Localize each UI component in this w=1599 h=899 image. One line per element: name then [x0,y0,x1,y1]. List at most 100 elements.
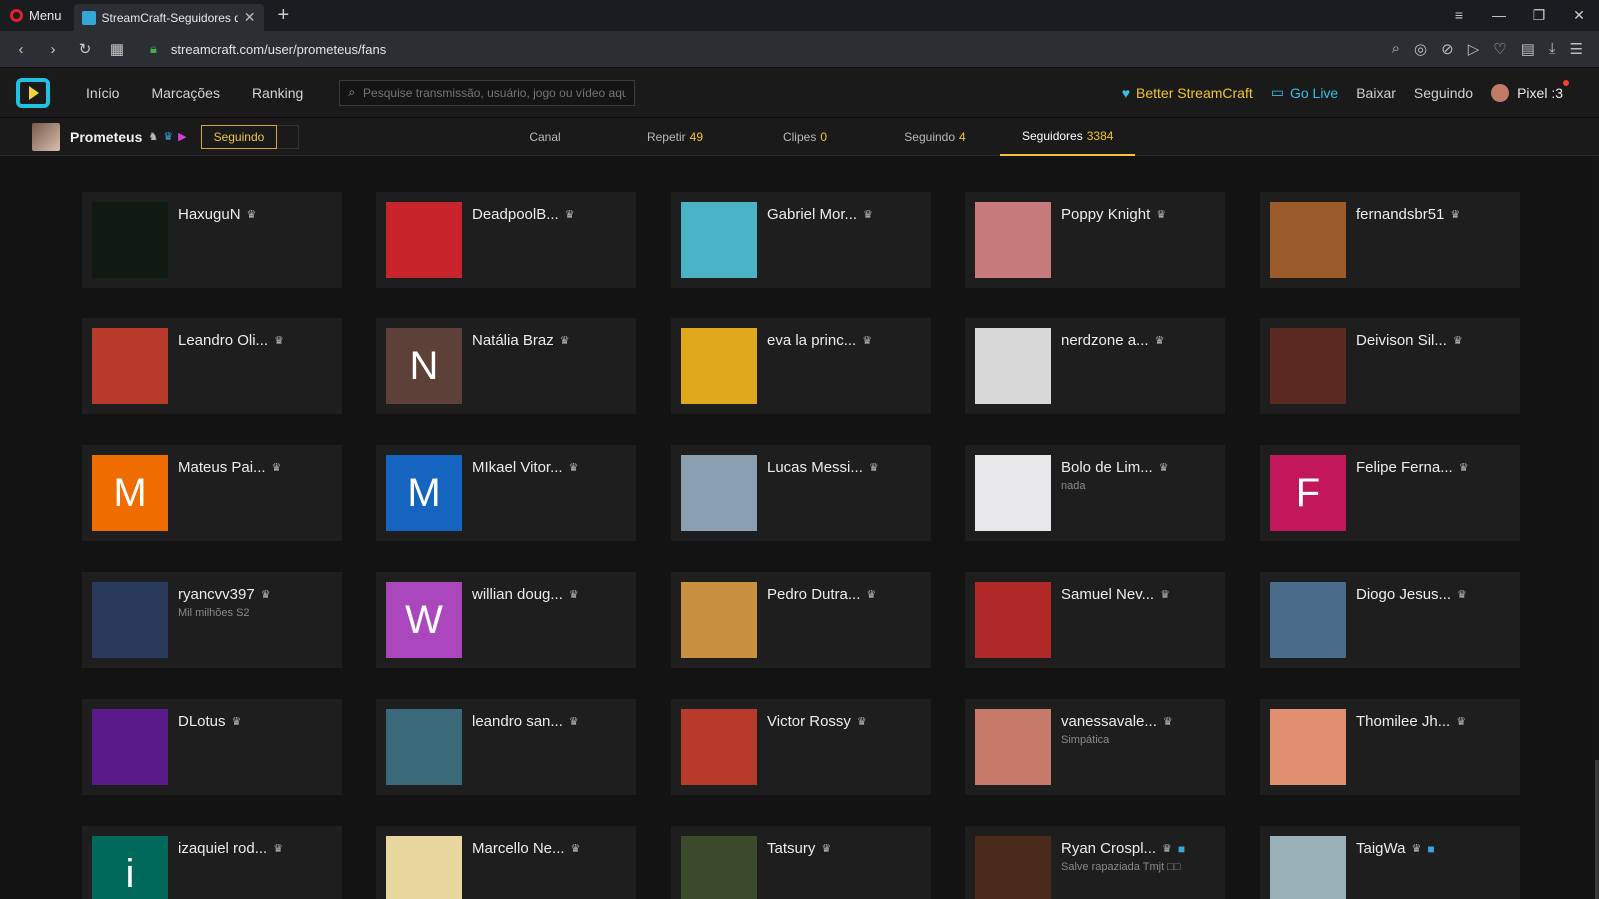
follower-card[interactable]: Ryan Crospl... ♛ ■ Salve rapaziada Tmjt □□ [965,826,1225,899]
avatar[interactable] [92,582,168,658]
follower-card[interactable]: Gabriel Mor... ♛ [671,192,931,288]
adblock-icon[interactable]: ⊘ [1441,40,1454,58]
follower-name[interactable]: Ryan Crospl... [1061,840,1156,857]
user-menu[interactable]: Pixel :3 [1491,79,1569,102]
avatar[interactable] [975,202,1051,278]
channel-name[interactable]: Prometeus [70,129,142,145]
follower-name[interactable]: willian doug... [472,586,563,603]
follower-name[interactable]: Samuel Nev... [1061,586,1154,603]
tab-seguidores[interactable]: Seguidores 3384 [1000,118,1136,156]
avatar[interactable] [92,709,168,785]
close-window-icon[interactable]: ✕ [1559,7,1599,24]
avatar[interactable] [92,202,168,278]
follower-card[interactable]: Pedro Dutra... ♛ [671,572,931,668]
avatar[interactable] [1270,582,1346,658]
follower-card[interactable]: eva la princ... ♛ [671,318,931,414]
avatar[interactable] [681,455,757,531]
follower-name[interactable]: nerdzone a... [1061,332,1149,349]
follower-name[interactable]: Bolo de Lim... [1061,459,1153,476]
nav-ranking[interactable]: Ranking [236,85,319,101]
follower-name[interactable]: izaquiel rod... [178,840,267,857]
tab-clipes[interactable]: Clipes 0 [740,118,870,156]
follower-card[interactable]: Thomilee Jh... ♛ [1260,699,1520,795]
avatar[interactable]: F [1270,455,1346,531]
avatar[interactable]: M [386,455,462,531]
follower-card[interactable]: DeadpoolB... ♛ [376,192,636,288]
browser-menu-button[interactable]: Menu [0,0,74,31]
heart-icon[interactable]: ♡ [1493,40,1506,58]
follower-name[interactable]: DeadpoolB... [472,206,559,223]
extension-icon[interactable]: ▤ [1521,40,1535,58]
follower-name[interactable]: fernandsbr51 [1356,206,1444,223]
follower-card[interactable]: fernandsbr51 ♛ [1260,192,1520,288]
avatar[interactable] [1270,709,1346,785]
follower-name[interactable]: Thomilee Jh... [1356,713,1450,730]
follower-name[interactable]: HaxuguN [178,206,241,223]
search-input[interactable] [363,85,627,100]
follower-name[interactable]: Deivison Sil... [1356,332,1447,349]
follower-card[interactable]: Samuel Nev... ♛ [965,572,1225,668]
avatar[interactable] [92,328,168,404]
follower-name[interactable]: Lucas Messi... [767,459,863,476]
restore-icon[interactable]: ❐ [1519,7,1559,24]
nav-marcacoes[interactable]: Marcações [135,85,235,101]
follow-options-button[interactable] [277,124,300,149]
browser-tab[interactable]: StreamCraft-Seguidores de ✕ [73,4,264,31]
download-link[interactable]: Baixar [1356,85,1396,101]
follower-name[interactable]: Victor Rossy [767,713,851,730]
avatar[interactable] [1270,202,1346,278]
better-streamcraft-link[interactable]: ♥ Better StreamCraft [1122,85,1253,101]
avatar[interactable]: N [386,328,462,404]
avatar[interactable] [975,328,1051,404]
channel-avatar[interactable] [32,122,60,151]
follower-card[interactable]: Tatsury ♛ [671,826,931,899]
follower-card[interactable]: Marcello Ne... ♛ [376,826,636,899]
avatar[interactable] [975,836,1051,899]
follower-card[interactable]: M Mateus Pai... ♛ [82,445,342,541]
follower-card[interactable]: Wwillian doug... ♛ [376,572,636,668]
follow-button[interactable]: Seguindo [200,124,278,149]
new-tab-button[interactable]: + [264,4,304,27]
reload-icon[interactable]: ↻ [72,40,98,58]
follower-name[interactable]: Marcello Ne... [472,840,565,857]
follower-name[interactable]: Diogo Jesus... [1356,586,1451,603]
streamcraft-logo-icon[interactable] [16,77,50,108]
forward-icon[interactable]: › [40,41,66,58]
tab-menu-icon[interactable]: ≡ [1439,7,1479,24]
tab-repetir[interactable]: Repetir 49 [610,118,740,156]
go-live-button[interactable]: ▭ Go Live [1271,84,1338,101]
follower-card[interactable]: Lucas Messi... ♛ [671,445,931,541]
avatar[interactable] [681,836,757,899]
follower-card[interactable]: i izaquiel rod... ♛ [82,826,342,899]
avatar[interactable] [681,582,757,658]
follower-card[interactable]: TaigWa ♛ ■ [1260,826,1520,899]
search-icon[interactable]: ⌕ [1392,40,1400,58]
avatar[interactable]: i [92,836,168,899]
follower-name[interactable]: Felipe Ferna... [1356,459,1453,476]
follower-card[interactable]: vanessavale... ♛ Simpática [965,699,1225,795]
scrollbar-thumb[interactable] [1595,760,1599,899]
avatar[interactable]: W [386,582,462,658]
download-icon[interactable]: ⤓ [1549,40,1556,58]
follower-card[interactable]: M MIkael Vitor... ♛ [376,445,636,541]
minimize-icon[interactable]: — [1479,7,1519,24]
follower-name[interactable]: leandro san... [472,713,563,730]
avatar[interactable] [386,709,462,785]
avatar[interactable] [975,455,1051,531]
follower-name[interactable]: DLotus [178,713,226,730]
avatar[interactable] [681,328,757,404]
follower-card[interactable]: N Natália Braz ♛ [376,318,636,414]
follower-name[interactable]: vanessavale... [1061,713,1157,730]
follower-name[interactable]: ryancvv397 [178,586,255,603]
avatar[interactable] [1270,836,1346,899]
follower-card[interactable]: Diogo Jesus... ♛ [1260,572,1520,668]
avatar[interactable]: M [92,455,168,531]
avatar[interactable] [1270,328,1346,404]
follower-name[interactable]: MIkael Vitor... [472,459,563,476]
follower-card[interactable]: Deivison Sil... ♛ [1260,318,1520,414]
avatar[interactable] [681,202,757,278]
follower-name[interactable]: Tatsury [767,840,815,857]
url-field[interactable]: streamcraft.com/user/prometeus/fans [171,42,386,57]
avatar[interactable] [386,202,462,278]
follower-card[interactable]: nerdzone a... ♛ [965,318,1225,414]
